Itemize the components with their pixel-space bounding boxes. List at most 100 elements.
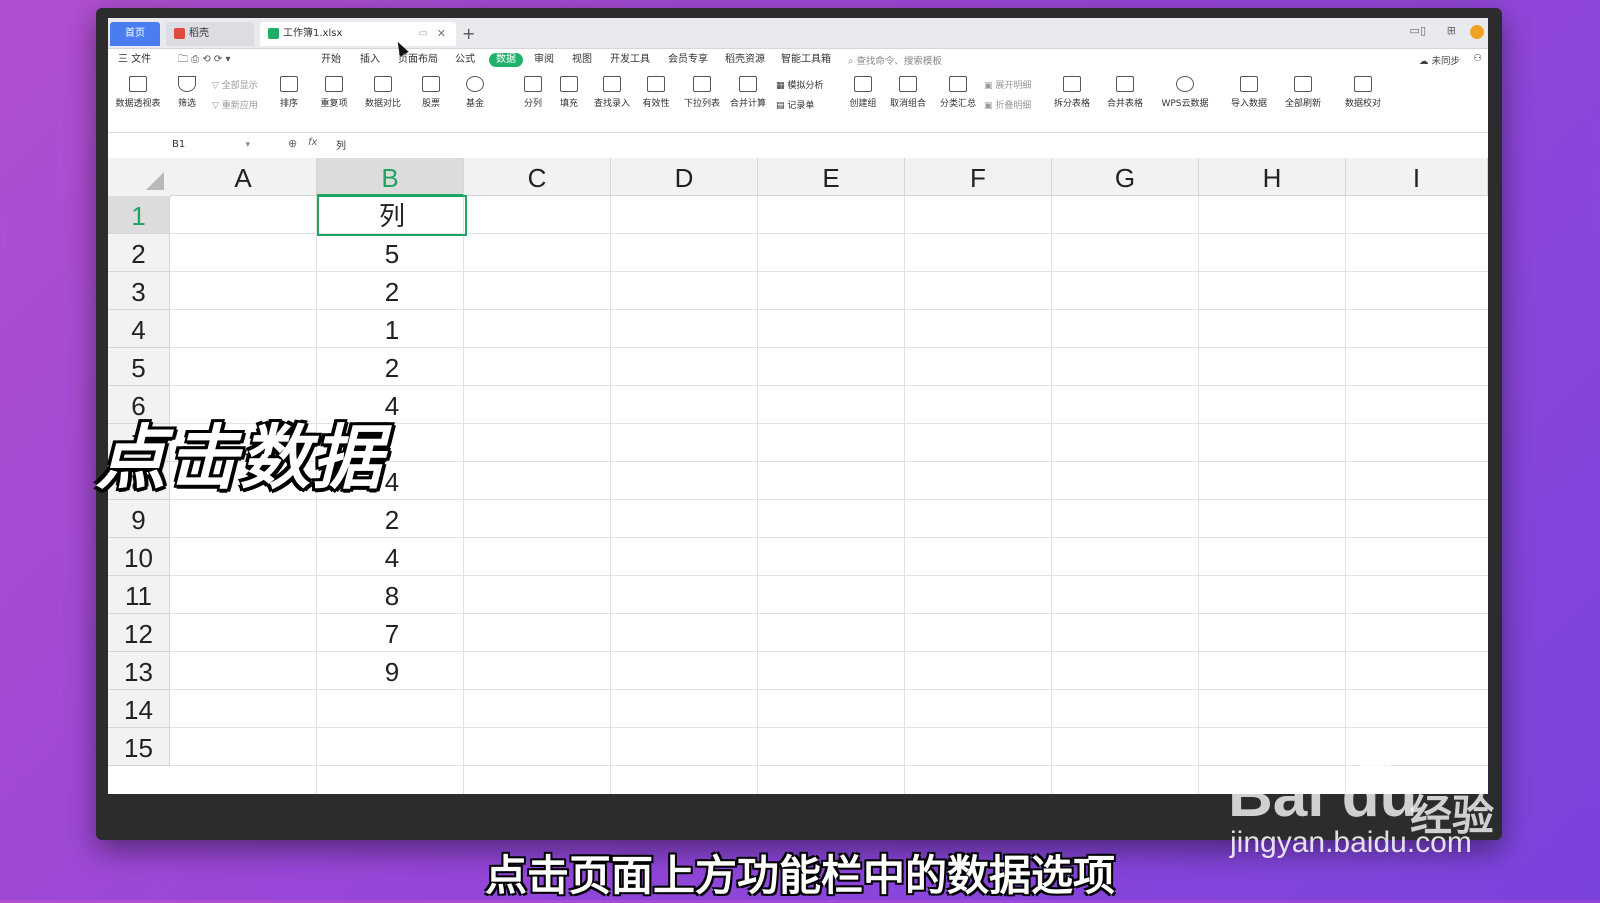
validation-button[interactable]: 有效性 bbox=[638, 76, 674, 109]
formula-input[interactable]: 列 bbox=[336, 137, 346, 152]
merge-table-button[interactable]: 合并表格 bbox=[1102, 76, 1148, 109]
split-column-button[interactable]: 分列 bbox=[520, 76, 546, 109]
cell-b10[interactable]: 4 bbox=[319, 538, 465, 576]
column-header-f[interactable]: F bbox=[905, 158, 1052, 196]
row-header-13[interactable]: 13 bbox=[108, 652, 170, 690]
layout-icon[interactable]: ▭▯ bbox=[1410, 24, 1426, 37]
menu-start[interactable]: 开始 bbox=[321, 53, 341, 67]
wps-cloud-data-button[interactable]: WPS云数据 bbox=[1156, 76, 1214, 109]
close-tab-icon[interactable]: ✕ bbox=[437, 22, 446, 46]
column-header-e[interactable]: E bbox=[758, 158, 905, 196]
dropdown-list-button[interactable]: 下拉列表 bbox=[682, 76, 722, 109]
subtotal-button[interactable]: 分类汇总 bbox=[938, 76, 978, 109]
row-header-2[interactable]: 2 bbox=[108, 234, 170, 272]
menu-review[interactable]: 审阅 bbox=[534, 53, 554, 67]
consolidate-button[interactable]: 合并计算 bbox=[728, 76, 768, 109]
fund-button[interactable]: 基金 bbox=[462, 76, 488, 109]
cell-b14[interactable] bbox=[319, 690, 465, 728]
row-header-9[interactable]: 9 bbox=[108, 500, 170, 538]
menu-smart-tools[interactable]: 智能工具箱 bbox=[781, 53, 831, 67]
row-header-11[interactable]: 11 bbox=[108, 576, 170, 614]
cell-b15[interactable] bbox=[319, 728, 465, 766]
tab-workbook[interactable]: 工作簿1.xlsx ▭ ✕ bbox=[260, 22, 456, 46]
column-header-c[interactable]: C bbox=[464, 158, 611, 196]
cell-b3[interactable]: 2 bbox=[319, 272, 465, 310]
row-header-3[interactable]: 3 bbox=[108, 272, 170, 310]
menu-formula[interactable]: 公式 bbox=[455, 53, 475, 67]
split-table-button[interactable]: 拆分表格 bbox=[1050, 76, 1094, 109]
collapse-detail-button[interactable]: ▣ 折叠明细 bbox=[984, 98, 1031, 111]
refresh-all-button[interactable]: 全部刷新 bbox=[1280, 76, 1326, 109]
tab-home[interactable]: 首页 bbox=[110, 22, 160, 46]
row-header-5[interactable]: 5 bbox=[108, 348, 170, 386]
menu-docer[interactable]: 稻壳资源 bbox=[725, 53, 765, 67]
data-compare-button[interactable]: 数据对比 bbox=[360, 76, 406, 109]
row-header-14[interactable]: 14 bbox=[108, 690, 170, 728]
new-tab-icon[interactable]: + bbox=[462, 22, 475, 46]
ribbon-toolbar: 数据透视表 筛选 ▽ 全部显示 ▽ 重新应用 排序 重复项 数据对比 股票 基金… bbox=[108, 72, 1488, 133]
menu-member[interactable]: 会员专享 bbox=[668, 53, 708, 67]
row-header-12[interactable]: 12 bbox=[108, 614, 170, 652]
show-all-label: 全部显示 bbox=[221, 81, 258, 91]
column-header-g[interactable]: G bbox=[1052, 158, 1199, 196]
sync-status[interactable]: ☁ 未同步 bbox=[1419, 53, 1460, 67]
menu-view[interactable]: 视图 bbox=[572, 53, 592, 67]
what-if-button[interactable]: ▦ 模拟分析 bbox=[776, 78, 823, 91]
cell-b12[interactable]: 7 bbox=[319, 614, 465, 652]
command-search[interactable]: ⌕ 查找命令、搜索模板 bbox=[848, 53, 942, 67]
filter-button[interactable]: 筛选 bbox=[172, 76, 202, 109]
row-header-1[interactable]: 1 bbox=[108, 196, 170, 234]
lookup-entry-button[interactable]: 查找录入 bbox=[592, 76, 632, 109]
record-form-button[interactable]: ▤ 记录单 bbox=[776, 98, 814, 111]
select-all-corner[interactable] bbox=[108, 158, 171, 197]
show-all-button[interactable]: ▽ 全部显示 bbox=[212, 78, 258, 91]
import-data-button[interactable]: 导入数据 bbox=[1226, 76, 1272, 109]
cell-b2[interactable]: 5 bbox=[319, 234, 465, 272]
quick-access-icons[interactable]: 🗀 ⎙ ⟲ ⟳ ▾ bbox=[178, 53, 231, 67]
expand-detail-label: 展开明细 bbox=[995, 81, 1032, 91]
cell-b11[interactable]: 8 bbox=[319, 576, 465, 614]
file-menu[interactable]: 三 文件 bbox=[118, 53, 151, 67]
split-column-label: 分列 bbox=[523, 99, 542, 109]
fx-icon[interactable]: fx bbox=[308, 137, 317, 148]
share-icon[interactable]: ⚇ bbox=[1473, 53, 1482, 64]
column-header-h[interactable]: H bbox=[1199, 158, 1346, 196]
cell-b9[interactable]: 2 bbox=[319, 500, 465, 538]
merge-table-label: 合并表格 bbox=[1106, 99, 1143, 109]
column-header-a[interactable]: A bbox=[170, 158, 317, 196]
cell-b5[interactable]: 2 bbox=[319, 348, 465, 386]
menu-data[interactable]: 数据 bbox=[489, 53, 523, 67]
group-button[interactable]: 创建组 bbox=[848, 76, 878, 109]
menu-page-layout[interactable]: 页面布局 bbox=[398, 53, 438, 67]
row-header-4[interactable]: 4 bbox=[108, 310, 170, 348]
pivot-table-button[interactable]: 数据透视表 bbox=[114, 76, 162, 109]
row-header-15[interactable]: 15 bbox=[108, 728, 170, 766]
split-table-icon bbox=[1063, 76, 1081, 92]
chevron-down-icon[interactable]: ▾ bbox=[245, 136, 250, 154]
name-box-value: B1 bbox=[172, 139, 186, 150]
grid-apps-icon[interactable]: ⊞ bbox=[1447, 24, 1456, 37]
dropdown-list-icon bbox=[693, 76, 711, 92]
zoom-icon[interactable]: ⊕ bbox=[288, 137, 297, 150]
expand-detail-button[interactable]: ▣ 展开明细 bbox=[984, 78, 1031, 91]
refresh-all-label: 全部刷新 bbox=[1284, 99, 1321, 109]
menu-developer[interactable]: 开发工具 bbox=[610, 53, 650, 67]
stock-button[interactable]: 股票 bbox=[418, 76, 444, 109]
reapply-button[interactable]: ▽ 重新应用 bbox=[212, 98, 258, 111]
data-proofread-button[interactable]: 数据校对 bbox=[1340, 76, 1386, 109]
cell-b4[interactable]: 1 bbox=[319, 310, 465, 348]
pin-icon[interactable]: ▭ bbox=[419, 22, 428, 46]
cell-b13[interactable]: 9 bbox=[319, 652, 465, 690]
sort-button[interactable]: 排序 bbox=[274, 76, 304, 109]
column-header-d[interactable]: D bbox=[611, 158, 758, 196]
menu-insert[interactable]: 插入 bbox=[360, 53, 380, 67]
name-box[interactable]: B1 ▾ bbox=[114, 136, 254, 154]
ungroup-button[interactable]: 取消组合 bbox=[886, 76, 930, 109]
row-header-10[interactable]: 10 bbox=[108, 538, 170, 576]
column-header-b[interactable]: B bbox=[317, 158, 464, 196]
duplicates-button[interactable]: 重复项 bbox=[316, 76, 352, 109]
tab-daoke[interactable]: 稻壳 bbox=[166, 22, 254, 46]
user-avatar[interactable] bbox=[1470, 25, 1484, 39]
fill-button[interactable]: 填充 bbox=[556, 76, 582, 109]
column-header-i[interactable]: I bbox=[1346, 158, 1488, 196]
